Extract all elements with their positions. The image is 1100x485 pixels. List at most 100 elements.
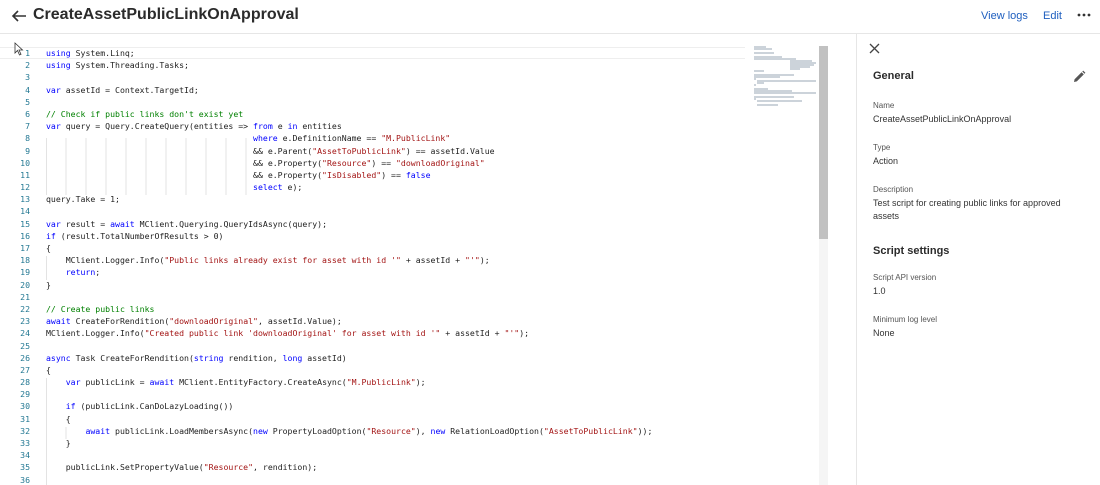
code-line[interactable]: 21: [0, 291, 745, 303]
line-number: 14: [20, 206, 30, 217]
code-line[interactable]: 13 query.Take = 1;: [0, 193, 745, 205]
line-number: 26: [20, 352, 30, 363]
arrow-left-icon[interactable]: [10, 7, 28, 25]
code-text[interactable]: }: [46, 279, 51, 291]
code-line[interactable]: 26 async Task CreateForRendition(string r…: [0, 352, 745, 364]
code-text[interactable]: if (result.TotalNumberOfResults > 0): [46, 230, 223, 242]
code-line[interactable]: 22 // Create public links: [0, 303, 745, 315]
code-text[interactable]: await publicLink.LoadMembersAsync(new Pr…: [46, 425, 652, 437]
code-text[interactable]: {: [46, 242, 51, 254]
code-line[interactable]: 8 where e.DefinitionName == "M.PublicLin…: [0, 132, 745, 144]
code-text[interactable]: await CreateForRendition("downloadOrigin…: [46, 315, 342, 327]
line-number: 27: [20, 364, 30, 375]
line-number: 28: [20, 377, 30, 388]
code-line[interactable]: 25: [0, 340, 745, 352]
view-logs-button[interactable]: View logs: [981, 10, 1028, 22]
code-line[interactable]: 17 {: [0, 242, 745, 254]
code-lines[interactable]: 1 using System.Linq; 2 using System.Threadi…: [0, 47, 745, 485]
line-number: 16: [20, 230, 30, 241]
pencil-icon[interactable]: [1072, 70, 1086, 84]
description-value: Test script for creating public links fo…: [873, 198, 1061, 221]
code-text[interactable]: && e.Parent("AssetToPublicLink") == asse…: [46, 145, 495, 157]
line-number: 8: [25, 133, 30, 144]
code-text[interactable]: // Check if public links don't exist yet: [46, 108, 243, 120]
code-text[interactable]: }: [46, 437, 71, 449]
code-text[interactable]: MClient.Logger.Info("Public links alread…: [46, 254, 490, 266]
code-text[interactable]: && e.Property("IsDisabled") == false: [46, 169, 431, 181]
line-number: 25: [20, 340, 30, 351]
code-line[interactable]: 12 select e);: [0, 181, 745, 193]
code-line[interactable]: 23 await CreateForRendition("downloadOrig…: [0, 315, 745, 327]
code-line[interactable]: 27 {: [0, 364, 745, 376]
code-text[interactable]: where e.DefinitionName == "M.PublicLink": [46, 132, 450, 144]
code-line[interactable]: 19 return;: [0, 266, 745, 278]
mouse-pointer-icon: [14, 42, 24, 56]
code-minimap[interactable]: [752, 46, 818, 106]
code-line[interactable]: 5: [0, 96, 745, 108]
code-line[interactable]: 11 && e.Property("IsDisabled") == false: [0, 169, 745, 181]
type-value: Action: [873, 156, 899, 166]
code-line[interactable]: 35 publicLink.SetPropertyValue("Resource…: [0, 461, 745, 473]
code-text[interactable]: select e);: [46, 181, 302, 193]
code-line[interactable]: 9 && e.Parent("AssetToPublicLink") == as…: [0, 145, 745, 157]
code-line[interactable]: 30 if (publicLink.CanDoLazyLoading()): [0, 400, 745, 412]
code-line[interactable]: 10 && e.Property("Resource") == "downloa…: [0, 157, 745, 169]
description-label: Description: [873, 185, 914, 194]
code-text[interactable]: // Create public links: [46, 303, 154, 315]
code-line[interactable]: 6 // Check if public links don't exist ye…: [0, 108, 745, 120]
code-text[interactable]: var publicLink = await MClient.EntityFac…: [46, 376, 426, 388]
line-number: 21: [20, 291, 30, 302]
code-line[interactable]: 20}: [0, 279, 745, 291]
line-number: 18: [20, 255, 30, 266]
line-number: 7: [25, 121, 30, 132]
code-editor[interactable]: 1 using System.Linq; 2 using System.Threadi…: [0, 34, 856, 485]
close-icon[interactable]: [869, 43, 880, 54]
code-text[interactable]: using System.Threading.Tasks;: [46, 59, 189, 71]
line-number: 30: [20, 401, 30, 412]
code-text[interactable]: async Task CreateForRendition(string ren…: [46, 352, 347, 364]
code-text[interactable]: && e.Property("Resource") == "downloadOr…: [46, 157, 485, 169]
code-line[interactable]: 29: [0, 388, 745, 400]
line-number: 4: [25, 84, 30, 95]
code-line[interactable]: 15 var result = await MClient.Querying.Qu…: [0, 218, 745, 230]
code-line[interactable]: 36: [0, 474, 745, 485]
more-horizontal-icon[interactable]: [1077, 8, 1091, 22]
code-line[interactable]: 34: [0, 449, 745, 461]
code-text[interactable]: query.Take = 1;: [46, 193, 120, 205]
code-text[interactable]: var query = Query.CreateQuery(entities =…: [46, 120, 342, 132]
vertical-scrollbar-thumb[interactable]: [819, 46, 828, 239]
code-line[interactable]: 28 var publicLink = await MClient.Entity…: [0, 376, 745, 388]
code-line[interactable]: 4 var assetId = Context.TargetId;: [0, 84, 745, 96]
line-number: 20: [20, 279, 30, 290]
code-text[interactable]: var result = await MClient.Querying.Quer…: [46, 218, 327, 230]
line-number: 36: [20, 474, 30, 485]
code-text[interactable]: return;: [46, 266, 101, 278]
code-line[interactable]: 33 }: [0, 437, 745, 449]
code-line[interactable]: 31 {: [0, 413, 745, 425]
line-number: 24: [20, 328, 30, 339]
code-line[interactable]: 24 MClient.Logger.Info("Created public li…: [0, 327, 745, 339]
line-number: 3: [25, 72, 30, 83]
edit-button[interactable]: Edit: [1043, 10, 1062, 22]
code-line[interactable]: 3: [0, 71, 745, 83]
line-number: 5: [25, 96, 30, 107]
code-line[interactable]: 32 await publicLink.LoadMembersAsync(new…: [0, 425, 745, 437]
code-line[interactable]: 18 MClient.Logger.Info("Public links alr…: [0, 254, 745, 266]
code-line[interactable]: 16 if (result.TotalNumberOfResults > 0): [0, 230, 745, 242]
code-text[interactable]: publicLink.SetPropertyValue("Resource", …: [46, 461, 317, 473]
code-text[interactable]: MClient.Logger.Info("Created public link…: [46, 327, 529, 339]
code-line[interactable]: 1 using System.Linq;: [0, 47, 745, 60]
code-line[interactable]: 2 using System.Threading.Tasks;: [0, 59, 745, 71]
code-text[interactable]: var assetId = Context.TargetId;: [46, 84, 199, 96]
code-text[interactable]: {: [46, 364, 51, 376]
general-section-title: General: [873, 70, 914, 82]
code-text[interactable]: {: [46, 413, 71, 425]
code-text[interactable]: using System.Linq;: [46, 48, 135, 58]
name-label: Name: [873, 101, 895, 110]
name-value: CreateAssetPublicLinkOnApproval: [873, 114, 1012, 124]
line-number: 12: [20, 182, 30, 193]
code-line[interactable]: 14: [0, 205, 745, 217]
line-number: 31: [20, 413, 30, 424]
code-text[interactable]: if (publicLink.CanDoLazyLoading()): [46, 400, 234, 412]
code-line[interactable]: 7 var query = Query.CreateQuery(entities …: [0, 120, 745, 132]
